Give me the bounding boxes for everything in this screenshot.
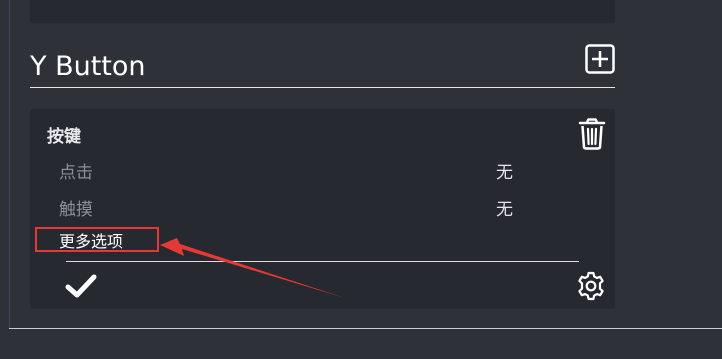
bottom-divider (9, 328, 722, 329)
gear-icon (578, 271, 604, 301)
card-title: 按键 (47, 127, 81, 147)
confirm-button[interactable] (65, 272, 97, 300)
section-underline (30, 87, 615, 88)
more-options-link[interactable]: 更多选项 (57, 228, 125, 252)
trash-icon (578, 118, 606, 150)
settings-button[interactable] (576, 271, 606, 301)
touch-label: 触摸 (59, 200, 93, 220)
left-border (9, 0, 10, 328)
tap-label: 点击 (59, 163, 93, 183)
touch-value[interactable]: 无 (496, 195, 513, 220)
section-title: Y Button (30, 51, 146, 82)
tap-value[interactable]: 无 (496, 158, 513, 183)
delete-button[interactable] (578, 118, 606, 150)
previous-panel (30, 0, 615, 23)
section-header: Y Button (30, 40, 615, 88)
plus-square-icon (585, 44, 615, 74)
button-mapping-card: 按键 点击 无 触摸 无 更多选项 (30, 109, 615, 309)
check-icon (65, 274, 97, 298)
add-button[interactable] (585, 44, 615, 74)
card-divider (66, 261, 579, 262)
